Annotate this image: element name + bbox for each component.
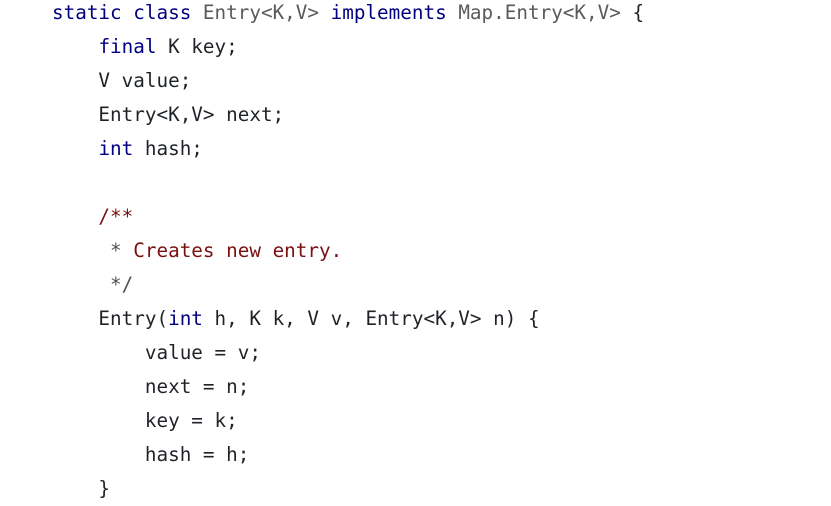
code-token-plain: h, K k, V v, Entry<K,V> n) {	[202, 307, 540, 330]
code-line: int hash;	[52, 132, 203, 166]
code-line: V value;	[52, 64, 191, 98]
code-line: }	[52, 472, 110, 506]
code-line: final K key;	[52, 30, 238, 64]
code-line: next = n;	[52, 370, 249, 404]
code-token-comment-muted: *	[52, 239, 122, 262]
code-token-plain: hash;	[133, 137, 203, 160]
code-line: */	[52, 268, 133, 302]
code-token-keyword: implements	[330, 1, 447, 24]
code-line: hash = h;	[52, 438, 249, 472]
code-token-plain: {	[620, 1, 645, 24]
code-token-plain: next = n;	[52, 375, 250, 398]
code-token-keyword: int	[98, 137, 134, 160]
code-token-keyword: int	[168, 307, 203, 330]
code-token-plain: hash = h;	[52, 443, 250, 466]
code-token-plain: key = k;	[52, 409, 238, 432]
code-block: static class Entry<K,V> implements Map.E…	[0, 0, 831, 503]
code-token-plain: }	[52, 477, 111, 500]
code-token-type: Entry<K,V>	[202, 1, 320, 24]
code-token-plain: V value;	[52, 69, 192, 92]
code-line: * Creates new entry.	[52, 234, 342, 268]
code-token-plain: Entry(	[52, 307, 169, 330]
code-line: /**	[52, 200, 133, 234]
code-line: value = v;	[52, 336, 261, 370]
code-token-plain: Entry<K,V> next;	[52, 103, 285, 126]
code-token-type: Map.Entry<K,V>	[458, 1, 621, 24]
code-token-keyword: static	[52, 1, 122, 24]
code-line: key = k;	[52, 404, 238, 438]
code-line: static class Entry<K,V> implements Map.E…	[52, 0, 644, 30]
code-token-keyword: class	[133, 1, 192, 24]
code-line: Entry(int h, K k, V v, Entry<K,V> n) {	[52, 302, 540, 336]
code-token-comment-muted: */	[52, 273, 134, 296]
code-token-plain: K key;	[156, 35, 238, 58]
code-line: Entry<K,V> next;	[52, 98, 284, 132]
code-token-comment: Creates new entry.	[121, 239, 343, 262]
code-token-plain: value = v;	[52, 341, 261, 364]
code-token-keyword: final	[98, 35, 157, 58]
code-token-comment: /**	[52, 205, 134, 228]
